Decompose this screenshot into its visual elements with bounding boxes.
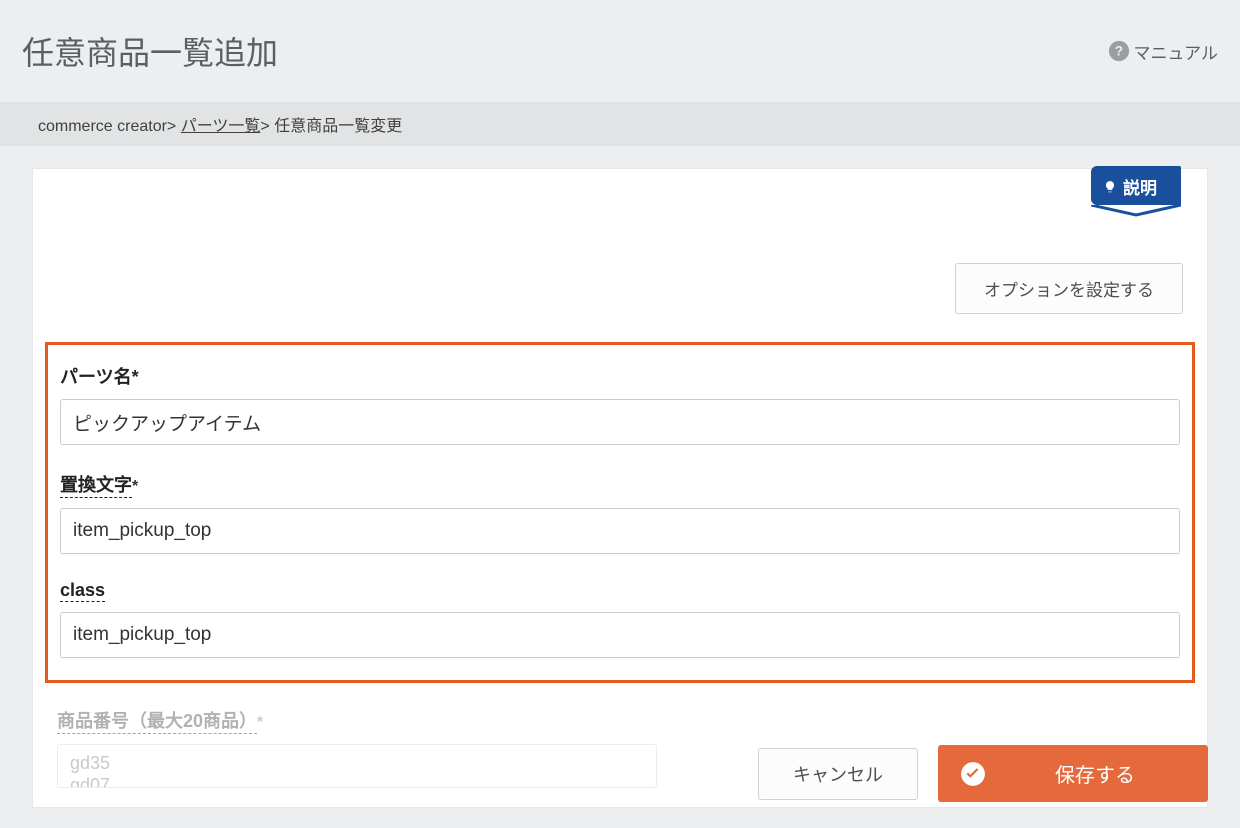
- breadcrumb-item-1: commerce creator: [38, 118, 167, 135]
- class-input[interactable]: [60, 612, 1180, 658]
- save-button[interactable]: 保存する: [938, 745, 1208, 802]
- product-numbers-input: gd35 gd07: [57, 744, 657, 788]
- svg-text:?: ?: [1114, 44, 1122, 59]
- cancel-button[interactable]: キャンセル: [758, 748, 918, 800]
- check-circle-icon: [960, 761, 986, 787]
- save-button-label: 保存する: [1022, 759, 1168, 788]
- replace-string-input[interactable]: [60, 508, 1180, 554]
- class-label: class: [60, 580, 105, 602]
- product-numbers-label: 商品番号（最大20商品）: [57, 707, 257, 734]
- help-icon: ?: [1108, 40, 1130, 62]
- chevron-down-icon: [1091, 205, 1181, 217]
- manual-link-label: マニュアル: [1134, 39, 1219, 64]
- page-title: 任意商品一覧追加: [22, 28, 278, 74]
- replace-string-label: 置換文字: [60, 471, 132, 498]
- parts-name-input[interactable]: [60, 399, 1180, 445]
- main-card: 説明 オプションを設定する パーツ名* 置換文字* class 商品番号（最大: [32, 168, 1208, 808]
- manual-link[interactable]: ? マニュアル: [1108, 39, 1219, 64]
- help-badge[interactable]: 説明: [1091, 166, 1171, 205]
- parts-name-label: パーツ名*: [60, 363, 139, 389]
- lightbulb-icon: [1103, 178, 1117, 196]
- footer-actions: キャンセル 保存する: [758, 745, 1208, 808]
- help-badge-label: 説明: [1123, 174, 1157, 199]
- highlighted-form-area: パーツ名* 置換文字* class: [45, 342, 1195, 683]
- breadcrumb: commerce creator> パーツ一覧> 任意商品一覧変更: [0, 102, 1240, 146]
- breadcrumb-item-2[interactable]: パーツ一覧: [181, 118, 261, 135]
- breadcrumb-item-3: 任意商品一覧変更: [274, 118, 402, 135]
- set-options-button[interactable]: オプションを設定する: [955, 263, 1183, 314]
